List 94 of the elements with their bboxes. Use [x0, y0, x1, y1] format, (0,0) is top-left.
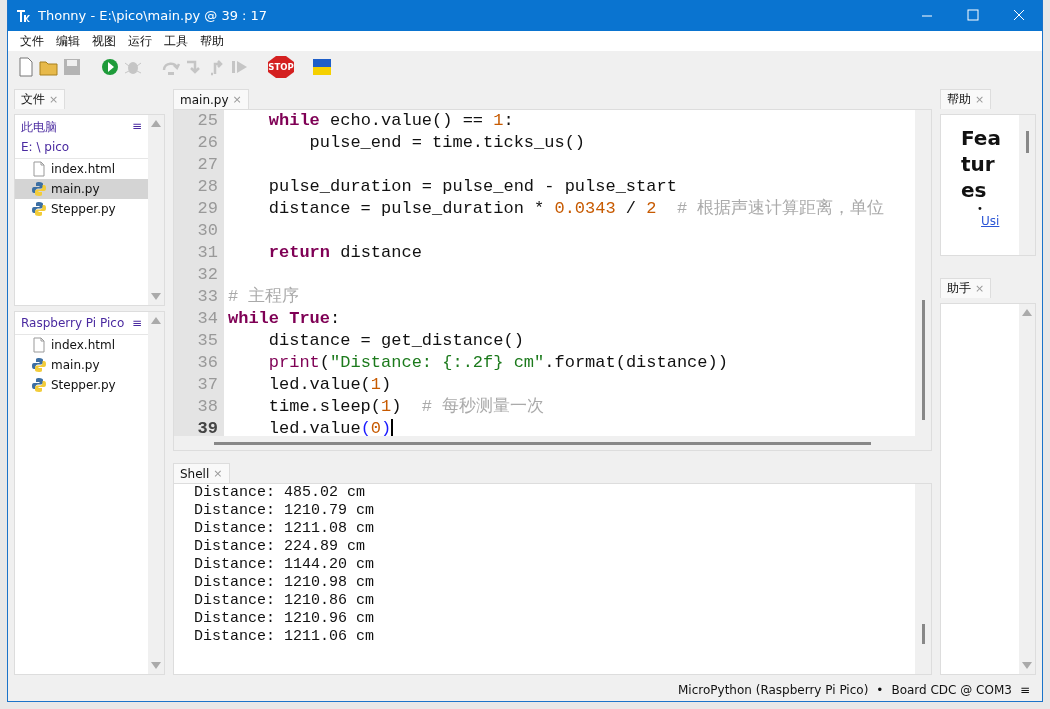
file-item[interactable]: main.py: [15, 355, 148, 375]
line-number: 26: [196, 132, 219, 154]
flag-icon[interactable]: [312, 57, 332, 77]
file-item[interactable]: Stepper.py: [15, 199, 148, 219]
menu-item[interactable]: 文件: [14, 32, 50, 50]
file-name: main.py: [51, 358, 100, 372]
panel-tab[interactable]: main.py ×: [173, 89, 249, 109]
line-number: 27: [196, 154, 219, 176]
line-number: 25: [196, 110, 219, 132]
file-name: index.html: [51, 338, 115, 352]
line-number: 33: [196, 286, 219, 308]
menu-item[interactable]: 编辑: [50, 32, 86, 50]
file-item[interactable]: Stepper.py: [15, 375, 148, 395]
scroll-down-icon[interactable]: [1022, 662, 1032, 670]
scroll-up-icon[interactable]: [151, 119, 161, 127]
help-heading: Features: [961, 125, 1002, 203]
shell-output-line: Distance: 1210.96 cm: [194, 610, 376, 628]
file-name: main.py: [51, 182, 100, 196]
code-line: while True:: [228, 308, 341, 330]
shell-output-line: Distance: 1211.06 cm: [194, 628, 376, 646]
menu-item[interactable]: 帮助: [194, 32, 230, 50]
stop-sign-icon[interactable]: STOP: [268, 56, 294, 78]
location-title: Raspberry Pi Pico: [21, 316, 125, 330]
python-file-icon: [31, 201, 47, 217]
file-item[interactable]: index.html: [15, 159, 148, 179]
interpreter-label[interactable]: MicroPython (Raspberry Pi Pico): [678, 683, 869, 697]
line-number: 36: [196, 352, 219, 374]
scroll-up-icon[interactable]: [1022, 308, 1032, 316]
line-number: 37: [196, 374, 219, 396]
scrollbar-thumb[interactable]: [1025, 131, 1029, 153]
line-number: 39: [196, 418, 219, 440]
menu-item[interactable]: 工具: [158, 32, 194, 50]
python-file-icon: [31, 377, 47, 393]
shell-output-line: Distance: 224.89 cm: [194, 538, 367, 556]
line-number: 30: [196, 220, 219, 242]
shell-output-line: Distance: 1210.79 cm: [194, 502, 376, 520]
line-number: 35: [196, 330, 219, 352]
code-line: distance = get_distance(): [267, 330, 524, 352]
code-line: while echo.value() == 1:: [267, 110, 514, 132]
python-file-icon: [31, 181, 47, 197]
bullet: •: [977, 203, 984, 214]
location-title: 此电脑: [21, 119, 57, 136]
menu-icon[interactable]: ≡: [1019, 683, 1030, 697]
code-line: print("Distance: {:.2f} cm".format(distance)): [267, 352, 728, 374]
panel-tab[interactable]: 文件 ×: [14, 89, 66, 109]
scrollbar-thumb[interactable]: [921, 300, 925, 420]
code-line: led.value(1): [267, 374, 392, 396]
code-line: pulse_duration = pulse_end - pulse_start: [267, 176, 677, 198]
shell-output-line: Distance: 1211.08 cm: [194, 520, 376, 538]
line-number: 34: [196, 308, 219, 330]
file-name: Stepper.py: [51, 202, 116, 216]
menu-item[interactable]: 运行: [122, 32, 158, 50]
code-line: # 主程序: [228, 286, 300, 308]
line-number: 31: [196, 242, 219, 264]
window-title: Thonny - E:\pico\main.py @ 39 : 17: [38, 8, 268, 23]
code-line: return distance: [267, 242, 422, 264]
code-line: pulse_end = time.ticks_us(): [308, 132, 586, 154]
text-cursor: [391, 419, 394, 436]
python-file-icon: [31, 357, 47, 373]
scroll-down-icon[interactable]: [151, 293, 161, 301]
line-number: 32: [196, 264, 219, 286]
file-item[interactable]: index.html: [15, 335, 148, 355]
scroll-up-icon[interactable]: [151, 316, 161, 324]
panel-tab[interactable]: 助手 ×: [940, 278, 992, 298]
menu-item[interactable]: 视图: [86, 32, 122, 50]
scroll-down-icon[interactable]: [151, 662, 161, 670]
file-name: Stepper.py: [51, 378, 116, 392]
shell-output-line: Distance: 1210.98 cm: [194, 574, 376, 592]
shell-output-line: Distance: 1144.20 cm: [194, 556, 376, 574]
scrollbar-thumb[interactable]: [214, 441, 871, 445]
shell-output-line: Distance: 1210.86 cm: [194, 592, 376, 610]
menu-icon[interactable]: ≡: [131, 119, 142, 136]
new-file-icon[interactable]: [16, 57, 36, 77]
code-line: distance = pulse_duration * 0.0343 / 2 # 根据声速计算距离，单位: [267, 198, 885, 220]
port-label[interactable]: Board CDC @ COM3: [891, 683, 1012, 697]
help-link[interactable]: Usi: [981, 214, 1019, 228]
menu-icon[interactable]: ≡: [131, 316, 142, 330]
separator-dot: •: [876, 683, 884, 697]
panel-tab[interactable]: 帮助 ×: [940, 89, 992, 109]
line-number: 29: [196, 198, 219, 220]
file-name: index.html: [51, 162, 115, 176]
scrollbar-thumb[interactable]: [921, 624, 925, 644]
line-number: 38: [196, 396, 219, 418]
file-icon: [31, 161, 47, 177]
app-logo-icon: [16, 8, 30, 23]
shell-output-line: Distance: 485.02 cm: [194, 484, 367, 502]
code-line: time.sleep(1) # 每秒测量一次: [267, 396, 545, 418]
file-item[interactable]: main.py: [15, 179, 148, 199]
play-icon[interactable]: [100, 57, 120, 77]
file-icon: [31, 337, 47, 353]
line-number: 28: [196, 176, 219, 198]
panel-tab[interactable]: Shell ×: [173, 463, 230, 483]
folder-path: E: \ pico: [20, 140, 71, 156]
code-line: led.value(0): [267, 418, 392, 436]
